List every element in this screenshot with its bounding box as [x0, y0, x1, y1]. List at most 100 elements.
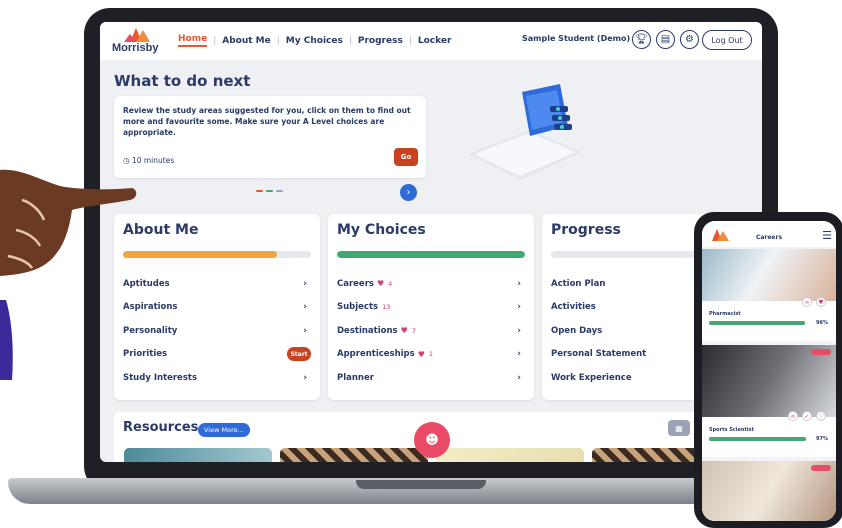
career-photo — [702, 249, 836, 301]
list-item[interactable]: Apprenticeships ♥ 1 › — [337, 343, 525, 367]
assistant-fab-icon[interactable]: ☻ — [414, 422, 450, 458]
student-name: Sample Student (Demo) — [522, 34, 631, 43]
task-description: Review the study areas suggested for you… — [123, 106, 411, 137]
match-percent: 97% — [816, 436, 828, 442]
logo-text: Morrisby — [112, 42, 159, 54]
my-choices-panel: My Choices Careers ♥ 4 › Subjects 13 › Destin… — [328, 214, 534, 400]
item-label: Careers — [337, 278, 374, 289]
chevron-right-icon: › — [517, 325, 521, 336]
panel-title: Progress — [551, 222, 621, 238]
chevron-right-icon: › — [303, 325, 307, 336]
tag-badge — [811, 465, 831, 471]
nav-locker[interactable]: Locker — [418, 36, 452, 46]
heart-icon: ♥ — [376, 279, 385, 289]
thumbs-up-icon[interactable]: ✓ — [802, 411, 812, 421]
career-name: Pharmacist — [709, 311, 741, 317]
career-name: Sports Scientist — [709, 427, 754, 433]
phone-title: Careers — [755, 234, 783, 241]
carousel-dots[interactable] — [256, 190, 283, 192]
nav-links: Home | About Me | My Choices | Progress … — [178, 34, 451, 47]
document-icon[interactable]: ▤ — [656, 30, 675, 49]
item-label: Destinations — [337, 325, 398, 336]
item-label: Open Days — [551, 325, 603, 336]
progress-fill — [123, 251, 278, 258]
item-label: Apprenticeships — [337, 349, 415, 360]
progress-track — [337, 251, 525, 258]
panel-title: My Choices — [337, 222, 426, 238]
progress-fill — [337, 251, 525, 258]
carousel-dot[interactable] — [256, 190, 263, 192]
item-count: 13 — [382, 303, 391, 312]
carousel-dot[interactable] — [276, 190, 283, 192]
heart-icon[interactable]: ♡ — [816, 411, 826, 421]
laptop-illustration — [468, 84, 582, 180]
nav-about-me[interactable]: About Me — [222, 36, 271, 46]
list-item[interactable]: Destinations ♥ 7 › — [337, 319, 525, 343]
trophy-icon[interactable]: 🏆︎ — [632, 30, 651, 49]
next-task-card: Review the study areas suggested for you… — [114, 96, 426, 178]
heart-icon: ♥ — [400, 326, 408, 336]
tag-badge — [811, 349, 831, 355]
match-bar — [709, 437, 806, 441]
list-item[interactable]: Aptitudes › — [123, 272, 311, 296]
item-label: Personal Statement — [551, 349, 647, 360]
menu-icon[interactable]: ☰ — [822, 229, 832, 242]
item-count: 7 — [411, 326, 416, 335]
list-item[interactable]: Personality › — [123, 319, 311, 343]
career-card[interactable] — [702, 461, 836, 521]
nav-separator: | — [408, 35, 412, 46]
laptop-notch — [356, 480, 486, 489]
match-bar — [709, 321, 805, 325]
nav-my-choices[interactable]: My Choices — [286, 36, 343, 46]
list-item[interactable]: Aspirations › — [123, 296, 311, 320]
career-photo — [702, 345, 836, 417]
item-count: 4 — [388, 279, 393, 288]
chevron-right-icon: › — [517, 302, 521, 313]
item-label: Work Experience — [551, 372, 632, 383]
item-count: 1 — [428, 350, 434, 359]
item-label: Action Plan — [551, 278, 606, 289]
heart-icon: ♥ — [417, 349, 425, 359]
phone-screen: Careers ☰ ∞ ♥ Pharmacist 96% ∞ ✓ ♡ Sport… — [702, 221, 836, 521]
nav-home[interactable]: Home — [178, 34, 208, 47]
link-icon[interactable]: ∞ — [802, 297, 812, 307]
career-card[interactable]: ∞ ♥ Pharmacist 96% — [702, 249, 836, 341]
list-item[interactable]: Priorities Start — [123, 343, 311, 367]
pointing-hand-image — [0, 169, 137, 380]
progress-track — [123, 251, 311, 258]
career-card[interactable]: ∞ ✓ ♡ Sports Scientist 97% — [702, 345, 836, 457]
carousel-dot[interactable] — [266, 190, 273, 192]
list-item[interactable]: Planner › — [337, 366, 525, 390]
chevron-right-icon: › — [517, 372, 521, 383]
resource-thumbnail[interactable] — [436, 448, 584, 462]
logout-button[interactable]: Log Out — [702, 30, 752, 50]
view-more-button[interactable]: View More... — [198, 423, 250, 437]
list-item[interactable]: Subjects 13 › — [337, 296, 525, 320]
chevron-right-icon: › — [303, 302, 307, 313]
chevron-right-icon: › — [303, 278, 307, 289]
nav-progress[interactable]: Progress — [358, 36, 403, 46]
list-item[interactable]: Careers ♥ 4 › — [337, 272, 525, 296]
heart-icon[interactable]: ♥ — [816, 297, 826, 307]
go-button[interactable]: Go — [394, 148, 418, 166]
resource-thumbnail[interactable] — [280, 448, 428, 462]
match-percent: 96% — [816, 320, 828, 326]
item-label: Planner — [337, 372, 374, 383]
item-label: Activities — [551, 302, 596, 313]
laptop-screen: Morrisby Home | About Me | My Choices | … — [100, 22, 762, 462]
start-badge[interactable]: Start — [287, 347, 311, 362]
about-me-panel: About Me Aptitudes › Aspirations › Persona… — [114, 214, 320, 400]
resources-title: Resources — [123, 420, 199, 435]
nav-separator: | — [348, 35, 352, 46]
resource-thumbnail[interactable] — [124, 448, 272, 462]
link-icon[interactable]: ∞ — [788, 411, 798, 421]
page-title: What to do next — [114, 72, 251, 90]
top-navigation: Morrisby Home | About Me | My Choices | … — [100, 22, 762, 60]
list-item[interactable]: Study Interests › — [123, 366, 311, 390]
chevron-right-icon: › — [303, 372, 307, 383]
chevron-right-icon: › — [517, 349, 521, 360]
grid-view-icon[interactable]: ▦ — [668, 420, 690, 436]
item-label: Subjects — [337, 302, 379, 313]
chevron-right-icon[interactable]: › — [400, 184, 417, 201]
settings-icon[interactable]: ⚙ — [680, 30, 699, 49]
